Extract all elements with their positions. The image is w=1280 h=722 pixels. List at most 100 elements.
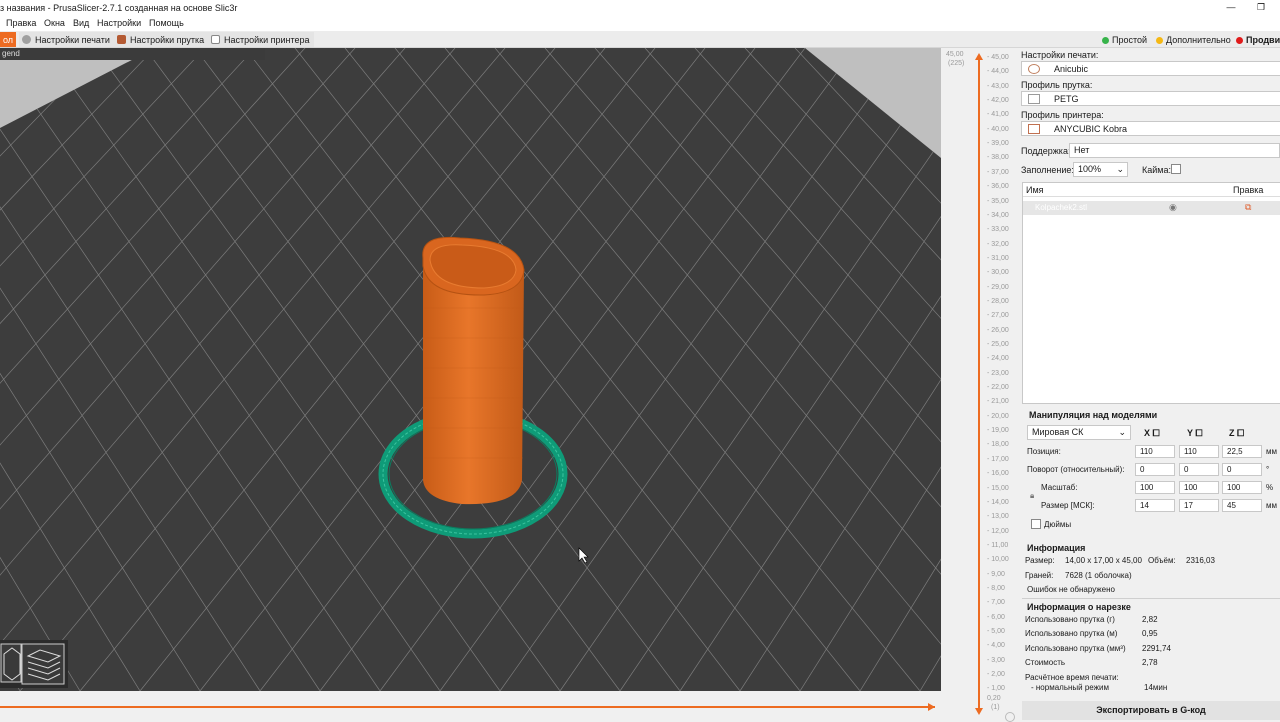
view-toggle-bar [0,640,68,688]
tab-filament-settings[interactable]: Настройки прутка [114,32,209,47]
mode-advanced[interactable]: Дополнительно [1156,35,1231,45]
scale-y-input[interactable]: 100 [1179,481,1219,494]
rotation-z-input[interactable]: 0 [1222,463,1262,476]
layer-tick-label: - 7,00 [987,599,1005,607]
chevron-down-icon: ⌄ [1116,164,1124,174]
layer-top-value: 45,00 [946,51,964,58]
layer-tick-label: - 37,00 [987,168,1009,176]
layer-tick-label: - 38,00 [987,154,1009,162]
list-item[interactable]: Kolpachek2.stl ◉ ⧉ [1023,201,1280,215]
horizontal-slider[interactable] [0,691,941,720]
axis-z-label: Z ⧠ [1229,428,1245,438]
menu-bar: Правка Окна Вид Настройки Помощь [0,16,1280,31]
edit-settings-icon[interactable]: ⧉ [1245,202,1251,213]
brim-checkbox[interactable] [1171,164,1181,174]
layer-tick-label: - 29,00 [987,283,1009,291]
export-gcode-button[interactable]: Экспортировать в G-код [1022,701,1280,720]
mode-expert-dot-icon [1236,36,1243,44]
mode-expert[interactable]: Продви [1236,35,1280,45]
printer-icon [1028,123,1040,134]
tab-print-settings[interactable]: Настройки печати [19,32,114,47]
coord-system-select[interactable]: Мировая СК ⌄ [1027,425,1131,440]
layer-slider-bottom-thumb[interactable] [975,708,983,715]
menu-view[interactable]: Вид [73,18,89,28]
filament-spool-icon [117,35,126,44]
scale-x-input[interactable]: 100 [1135,481,1175,494]
layer-tick-label: - 22,00 [987,384,1009,392]
view-3d-icon[interactable] [0,643,22,683]
printer-profile-combo[interactable]: ANYCUBIC Kobra [1021,121,1280,136]
horizontal-slider-track [0,706,935,708]
info-volume-value: 2316,03 [1186,556,1215,565]
legend-toggle[interactable]: gend [0,48,265,60]
slice-info-value: 0,95 [1142,629,1158,638]
title-bar: з названия - PrusaSlicer-2.7.1 созданная… [0,0,1280,16]
layer-tick-label: - 30,00 [987,269,1009,277]
tab-printer-settings-label: Настройки принтера [224,34,310,45]
support-select[interactable]: Нет [1069,143,1280,158]
gear-icon [22,35,31,44]
column-edit[interactable]: Правка [1233,185,1263,195]
layer-tick-label: - 18,00 [987,441,1009,449]
slice-info-label: Использовано прутка (мм³) [1025,644,1126,653]
layer-tick-label: - 21,00 [987,398,1009,406]
infill-select[interactable]: 100% ⌄ [1073,162,1128,177]
size-z-input[interactable]: 45 [1222,499,1262,512]
slice-info-label: Использовано прутка (г) [1025,615,1115,624]
rotation-y-input[interactable]: 0 [1179,463,1219,476]
gear-icon[interactable] [1005,712,1015,722]
support-label: Поддержка: [1021,146,1071,156]
position-z-input[interactable]: 22,5 [1222,445,1262,458]
print-settings-combo[interactable]: Anicubic [1021,61,1280,76]
axis-x-label: X ⧠ [1144,428,1160,438]
menu-windows[interactable]: Окна [44,18,65,28]
coord-system-value: Мировая СК [1032,427,1084,437]
layer-slider-top-thumb[interactable] [975,53,983,60]
minimize-button[interactable]: — [1224,1,1238,14]
layer-tick-label: - 42,00 [987,97,1009,105]
tab-plater[interactable]: ол [0,32,16,47]
filament-profile-combo[interactable]: PETG [1021,91,1280,106]
menu-help[interactable]: Помощь [149,18,184,28]
column-name[interactable]: Имя [1026,185,1044,195]
layer-slider-track [978,58,980,708]
layer-tick-label: - 27,00 [987,312,1009,320]
position-x-input[interactable]: 110 [1135,445,1175,458]
horizontal-slider-thumb[interactable] [928,703,935,711]
size-label: Размер [МСК]: [1041,501,1095,510]
3d-viewport[interactable]: gend 33707 [0,48,941,691]
layer-tick-label: - 15,00 [987,484,1009,492]
inches-checkbox[interactable] [1031,519,1041,529]
layer-bottom-index: (1) [991,704,1000,711]
tab-printer-settings[interactable]: Настройки принтера [208,32,314,47]
slice-info-value: 2,82 [1142,615,1158,624]
menu-settings[interactable]: Настройки [97,18,141,28]
eye-icon[interactable]: ◉ [1169,202,1177,213]
printer-icon [211,35,220,44]
object-list: Имя Правка Kolpachek2.stl ◉ ⧉ [1022,182,1280,404]
maximize-button[interactable]: ❐ [1254,1,1268,14]
rotation-label: Поворот (относительный): [1027,465,1125,474]
rotation-x-input[interactable]: 0 [1135,463,1175,476]
layer-tick-label: - 33,00 [987,226,1009,234]
mode-simple[interactable]: Простой [1102,35,1147,45]
layer-tick-label: - 23,00 [987,369,1009,377]
lock-icon[interactable]: 🔒︎ [1030,491,1034,501]
scale-z-input[interactable]: 100 [1222,481,1262,494]
info-errors: Ошибок не обнаружено [1027,585,1115,594]
size-y-input[interactable]: 17 [1179,499,1219,512]
chevron-down-icon: ⌄ [1118,427,1126,437]
bed-scene [0,48,941,691]
menu-edit[interactable]: Правка [6,18,36,28]
slice-info-label: Стоимость [1025,658,1066,667]
size-x-input[interactable]: 14 [1135,499,1175,512]
layer-top-index: (225) [948,60,965,67]
layer-tick-label: - 41,00 [987,111,1009,119]
layer-tick-label: - 20,00 [987,412,1009,420]
layer-tick-label: - 4,00 [987,642,1005,650]
view-layers-icon[interactable] [21,643,65,685]
slice-info-value: 2,78 [1142,658,1158,667]
object-name: Kolpachek2.stl [1035,203,1088,212]
layer-slider[interactable]: 45,00 (225) - 45,00 - 44,00 - 43,00 - 42,00… [941,48,1018,722]
position-y-input[interactable]: 110 [1179,445,1219,458]
